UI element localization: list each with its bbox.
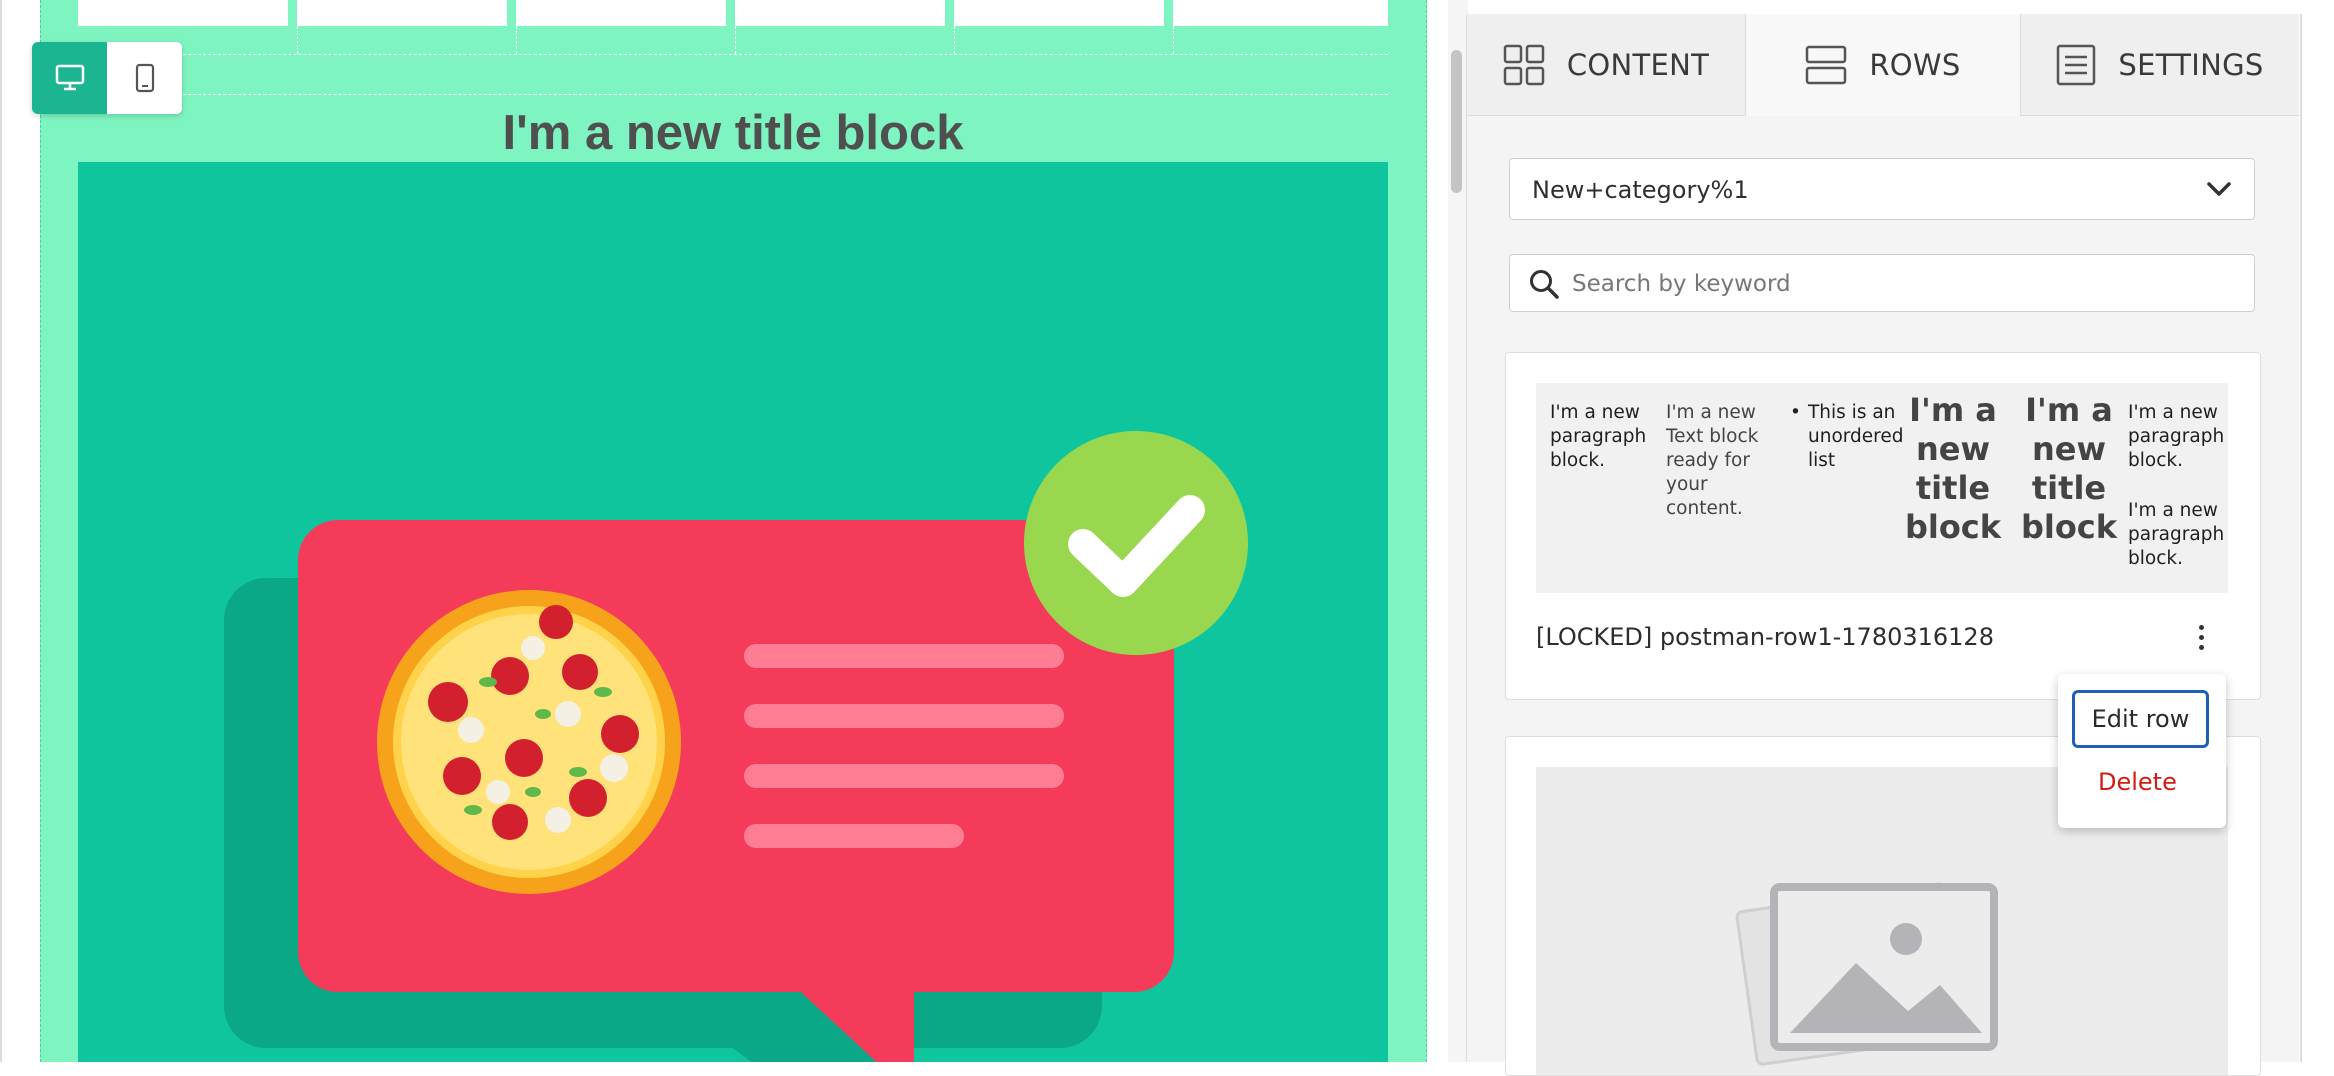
bullet-icon: • <box>1790 402 1801 423</box>
column-guide <box>516 26 517 54</box>
tab-content[interactable]: CONTENT <box>1467 14 1745 116</box>
delete-row-button[interactable]: Delete <box>2098 762 2177 802</box>
previous-row-cell <box>78 0 288 26</box>
device-toggle <box>32 42 182 114</box>
search-field[interactable] <box>1509 254 2255 312</box>
thumbnail-title: I'm a new title block <box>1904 391 2002 546</box>
row-thumbnail[interactable]: I'm a new paragraph block. I'm a new Tex… <box>1536 383 2228 593</box>
column-guide <box>297 26 298 54</box>
sidebar-panel: CONTENT ROWS SETTINGS New+category%1 Sea… <box>1466 14 2299 1076</box>
thumbnail-text-block: I'm a new Text block ready for your cont… <box>1666 402 1759 519</box>
thumbnail-paragraph: I'm a new paragraph block. <box>1550 402 1647 471</box>
pizza-order-illustration <box>224 431 1248 1062</box>
thumbnail-paragraph: I'm a new paragraph block. <box>2128 402 2225 471</box>
search-input[interactable] <box>1570 263 2234 305</box>
tab-settings[interactable]: SETTINGS <box>2021 14 2299 116</box>
title-block[interactable]: I'm a new title block <box>78 96 1388 162</box>
settings-list-icon <box>2057 44 2096 85</box>
block-guide <box>78 94 1388 95</box>
edit-row-button[interactable]: Edit row <box>2072 690 2209 748</box>
desktop-view-button[interactable] <box>32 42 107 114</box>
mobile-view-button[interactable] <box>107 42 182 114</box>
thumbnail-paragraph: I'm a new paragraph block. <box>2128 500 2225 569</box>
thumbnail-list-item: This is an unordered list <box>1808 402 1904 471</box>
hero-image-block[interactable] <box>78 162 1388 1062</box>
canvas-border <box>0 0 2 1062</box>
mobile-icon <box>135 63 154 93</box>
desktop-icon <box>55 64 84 91</box>
rows-icon <box>1806 45 1847 85</box>
search-icon <box>1530 270 1559 299</box>
tab-content-label: CONTENT <box>1566 47 1710 82</box>
editor-canvas: I'm a new title block <box>0 0 1459 1062</box>
tab-rows-label: ROWS <box>1869 48 1961 82</box>
previous-row-cell <box>516 0 726 26</box>
tab-rows[interactable]: ROWS <box>1745 14 2021 116</box>
column-guide <box>735 26 736 54</box>
canvas-scrollbar-thumb[interactable] <box>1451 50 1462 193</box>
previous-row-cell <box>735 0 945 26</box>
row-card-name: [LOCKED] postman-row1-1780316128 <box>1536 623 1994 651</box>
column-guide <box>1173 26 1174 54</box>
block-guide <box>78 54 1388 55</box>
previous-row-cell <box>1173 0 1388 26</box>
tab-settings-label: SETTINGS <box>2118 47 2264 82</box>
more-options-icon[interactable] <box>2186 615 2216 659</box>
thumbnail-title: I'm a new title block <box>2020 391 2118 546</box>
category-select-value: New+category%1 <box>1532 176 1749 204</box>
row-context-menu: Edit row Delete <box>2058 674 2226 828</box>
chevron-down-icon <box>2207 182 2231 196</box>
panel-border <box>2300 14 2302 1062</box>
column-guide <box>954 26 955 54</box>
panel-tabs: CONTENT ROWS SETTINGS <box>1467 14 2299 118</box>
row-card[interactable]: I'm a new paragraph block. I'm a new Tex… <box>1505 352 2261 700</box>
previous-row-cell <box>297 0 507 26</box>
category-select[interactable]: New+category%1 <box>1509 158 2255 220</box>
thumbnail-list: • This is an unordered list <box>1790 401 1904 473</box>
previous-row-cell <box>954 0 1164 26</box>
grid-icon <box>1503 44 1545 85</box>
